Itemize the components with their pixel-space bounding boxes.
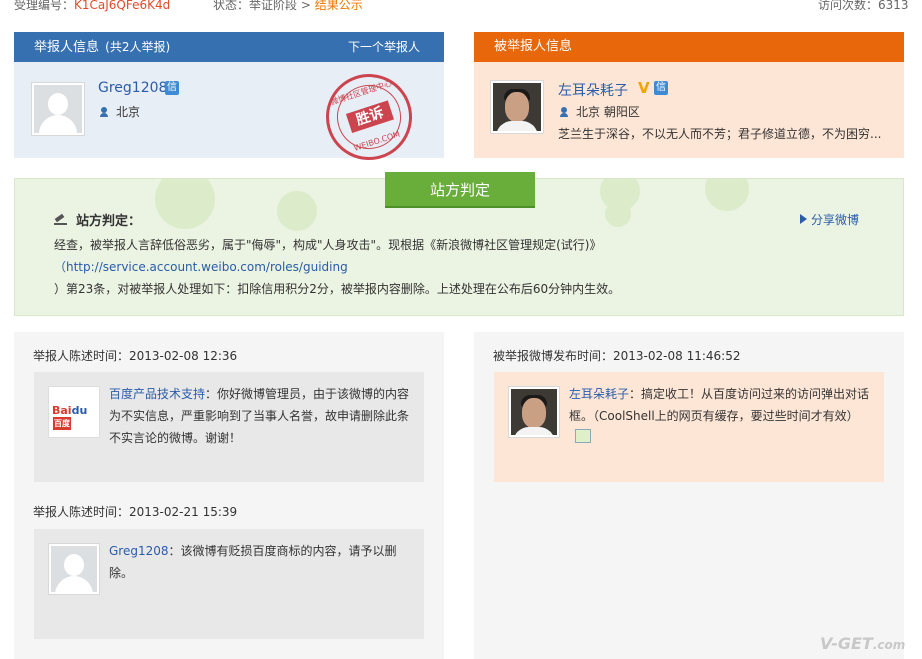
reporter-location: 北京 (100, 103, 140, 120)
status-stage: 举证阶段 (249, 0, 298, 12)
rules-link[interactable]: （http://service.account.weibo.com/roles/… (54, 260, 348, 274)
case-id-label: 受理编号： (14, 0, 75, 12)
reporter-name[interactable]: Greg1208 (98, 80, 167, 96)
judgement-title-text: 站方判定： (76, 214, 142, 229)
status-field: 状态：举证阶段 > 结果公示 (213, 0, 363, 12)
reported-user-bio: 芝兰生于深谷，不以无人而不芳；君子修道立德，不为困穷... (558, 127, 882, 141)
share-weibo-text: 分享微博 (811, 213, 860, 227)
baidu-logo-text: Bai (52, 404, 72, 417)
case-id-value: K1CaJ6QFe6K4d (74, 0, 171, 12)
reported-user-name-text: 左耳朵耗子 (558, 83, 628, 99)
location-pin-icon (560, 107, 568, 117)
post-time-label: 被举报微博发布时间： (493, 349, 614, 363)
v-icon[interactable]: V (638, 79, 650, 97)
status-label: 状态： (213, 0, 250, 12)
statement-time: 举报人陈述时间：2013-02-21 15:39 (33, 503, 237, 520)
reported-post-card: 左耳朵耗子：搞定收工！从百度访问过来的访问弹出对话框。（CoolShell上的网… (494, 372, 884, 482)
default-avatar-icon (51, 546, 97, 592)
statement-colon: ： (205, 387, 218, 401)
reported-user-location-text: 北京 朝阳区 (576, 105, 640, 119)
winning-stamp: 微博社区管理中心 胜诉 WEIBO.COM (314, 62, 424, 172)
statement-card: Baidu百度 百度产品技术支持：你好微博管理员，由于该微博的内容为不实信息，严… (34, 372, 424, 482)
post-time-value: 2013-02-08 11:46:52 (613, 349, 741, 363)
post-author[interactable]: 左耳朵耗子 (569, 387, 629, 401)
verified-icon[interactable]: 信 (165, 81, 179, 95)
reporter-avatar[interactable] (31, 82, 85, 136)
reported-user-panel: 被举报人信息 左耳朵耗子 V 信 北京 朝阳区 芝兰生于深谷，不以无人而不芳；君… (474, 32, 904, 158)
judgement-text: 经查，被举报人言辞低俗恶劣，属于"侮辱"，构成"人身攻击"。现根据《新浪微博社区… (54, 234, 884, 300)
statement-colon: ： (168, 544, 181, 558)
reporter-location-text: 北京 (116, 105, 141, 119)
share-icon (800, 214, 807, 224)
post-colon: ： (629, 387, 642, 401)
image-icon[interactable] (575, 429, 591, 443)
location-pin-icon (100, 107, 108, 117)
baidu-logo[interactable]: Baidu百度 (48, 386, 100, 438)
statement-time: 举报人陈述时间：2013-02-08 12:36 (33, 347, 237, 364)
judgement-text-part2: ）第23条，对被举报人处理如下：扣除信用积分2分，被举报内容删除。上述处理在公布… (54, 282, 621, 296)
reported-user-location: 北京 朝阳区 (560, 103, 640, 120)
baidu-logo-paw: du (71, 404, 88, 417)
visit-count: 访问次数：6313 (818, 0, 909, 12)
reporter-panel: 举报人信息 (共2人举报) 下一个举报人 Greg1208 信 北京 微博社区管… (14, 32, 444, 172)
default-avatar-icon (34, 85, 82, 133)
reporter-count: (共2人举报) (105, 40, 171, 54)
statement-time-label: 举报人陈述时间： (33, 349, 130, 363)
watermark-logo: V-GET.com (820, 634, 905, 653)
statement-author[interactable]: Greg1208 (109, 544, 169, 558)
reported-user-name[interactable]: 左耳朵耗子 (558, 80, 628, 100)
statement-time-value: 2013-02-08 12:36 (129, 349, 238, 363)
watermark-domain: .com (872, 638, 906, 652)
case-id-field: 受理编号：K1CaJ6QFe6K4d (14, 0, 171, 12)
reporter-statements-column: 举报人陈述时间：2013-02-08 12:36 Baidu百度 百度产品技术支… (14, 332, 444, 659)
reporter-name-text: Greg1208 (98, 80, 168, 96)
top-bar: 受理编号：K1CaJ6QFe6K4d 状态：举证阶段 > 结果公示 访问次数：6… (0, 0, 922, 14)
statement-time-label: 举报人陈述时间： (33, 505, 130, 519)
post-content: 左耳朵耗子：搞定收工！从百度访问过来的访问弹出对话框。（CoolShell上的网… (569, 383, 873, 449)
watermark-brand: V-GET (820, 634, 873, 653)
share-weibo-link[interactable]: 分享微博 (800, 211, 859, 228)
post-time: 被举报微博发布时间：2013-02-08 11:46:52 (493, 347, 740, 364)
gavel-icon (54, 214, 68, 226)
judgement-tab: 站方判定 (385, 172, 535, 208)
judgement-text-part1: 经查，被举报人言辞低俗恶劣，属于"侮辱"，构成"人身攻击"。现根据《新浪微博社区… (54, 238, 602, 252)
reporter-panel-header: 举报人信息 (共2人举报) 下一个举报人 (14, 32, 444, 62)
visit-count-value: 6313 (878, 0, 909, 12)
post-author-avatar[interactable] (508, 386, 560, 438)
visit-count-label: 访问次数： (818, 0, 879, 12)
reported-panel-header: 被举报人信息 (474, 32, 904, 62)
status-current: 结果公示 (314, 0, 363, 12)
statement-card: Greg1208：该微博有贬损百度商标的内容，请予以删除。 (34, 529, 424, 639)
statement-time-value: 2013-02-21 15:39 (129, 505, 238, 519)
baidu-logo-cn: 百度 (53, 417, 71, 430)
statement-content: Greg1208：该微博有贬损百度商标的内容，请予以删除。 (109, 540, 413, 584)
statement-avatar[interactable] (48, 543, 100, 595)
reported-panel-title: 被举报人信息 (494, 39, 573, 54)
verified-icon[interactable]: 信 (654, 81, 668, 95)
status-separator: > (297, 0, 315, 12)
statement-author[interactable]: 百度产品技术支持 (109, 387, 205, 401)
statement-content: 百度产品技术支持：你好微博管理员，由于该微博的内容为不实信息，严重影响到了当事人… (109, 383, 413, 449)
reported-user-avatar[interactable] (490, 80, 544, 134)
reported-post-column: 被举报微博发布时间：2013-02-08 11:46:52 左耳朵耗子：搞定收工… (474, 332, 904, 659)
next-reporter-link[interactable]: 下一个举报人 (348, 32, 420, 62)
reporter-panel-title: 举报人信息 (34, 40, 100, 55)
judgement-title: 站方判定： (54, 210, 141, 229)
